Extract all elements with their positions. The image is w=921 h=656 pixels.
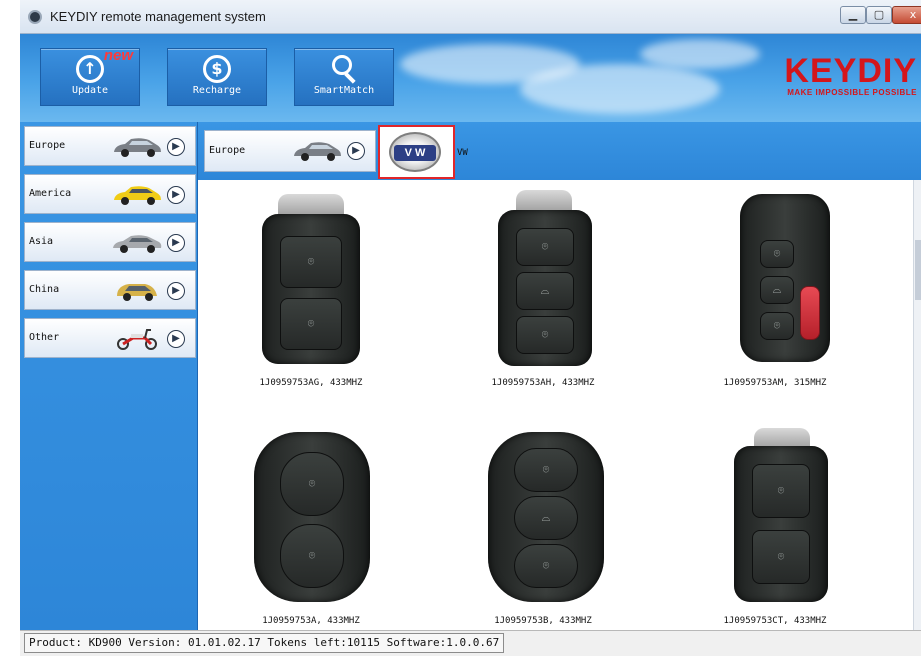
brand-tile-vw[interactable]: V W [378,125,455,179]
unlock-icon: ⌾ [514,544,578,588]
remote-model-label: 1J0959753B, 433MHZ [494,616,592,626]
recharge-label: Recharge [192,85,242,96]
status-text: Product: KD900 Version: 01.01.02.17 Toke… [24,633,505,653]
remote-image: ⌾ ⌾ [262,214,360,364]
remote-card[interactable]: ⌾ ⌾ 1J0959753A, 433MHZ [198,420,424,630]
remote-image: ⌾ ⌾ [254,432,370,602]
sidebar-item-other[interactable]: Other ▶ [24,318,196,358]
remote-image: ⌾ ⌓ ⌾ [488,432,604,602]
remote-card[interactable]: ⌾ ⌾ 1J0959753AG, 433MHZ [198,180,424,390]
trunk-icon: ⌓ [514,496,578,540]
lock-icon: ⌾ [280,452,344,516]
breadcrumb-region-europe[interactable]: Europe ▶ [204,130,376,172]
expand-arrow-icon[interactable]: ▶ [167,234,185,252]
car-icon [114,138,161,157]
keydiy-logo-text: KEYDIY [784,52,917,90]
lock-icon: ⌾ [514,448,578,492]
car-icon [114,186,161,205]
trunk-icon: ⌓ [760,276,794,304]
window-title: KEYDIY remote management system [50,9,266,24]
maximize-button[interactable]: ▢ [866,6,892,24]
update-button[interactable]: new ↑ Update [40,47,140,106]
scrollbar-thumb[interactable] [915,240,921,300]
brand-slogan: MAKE IMPOSSIBLE POSSIBLE [787,88,917,97]
car-icon [294,142,341,161]
status-bar: Product: KD900 Version: 01.01.02.17 Toke… [20,630,921,656]
expand-arrow-icon[interactable]: ▶ [167,330,185,348]
app-icon [28,10,42,24]
unlock-icon: ⌾ [760,240,794,268]
unlock-icon: ⌾ [516,228,574,266]
unlock-icon: ⌾ [280,524,344,588]
remote-grid: ⌾ ⌾ 1J0959753AG, 433MHZ ⌾ ⌓ ⌾ 1J0959753A… [198,180,921,630]
sidebar-item-label: Asia [29,236,54,247]
breadcrumb-region-label: Europe [209,145,246,156]
car-icon [117,284,157,301]
unlock-icon: ⌾ [752,464,810,518]
brand-label: VW [457,148,468,158]
sidebar-item-label: America [29,188,72,199]
minimize-button[interactable]: ▁ [840,6,866,24]
smartmatch-button[interactable]: SmartMatch [294,48,394,106]
header-banner: new ↑ Update $ Recharge SmartMatch KEYDI… [20,34,921,122]
remote-model-label: 1J0959753AG, 433MHZ [259,378,363,388]
remote-card[interactable]: ⌾ ⌓ ⌾ 1J0959753AM, 315MHZ [662,180,888,390]
remote-card[interactable]: ⌾ ⌓ ⌾ 1J0959753AH, 433MHZ [430,180,656,390]
unlock-icon: ⌾ [280,236,342,288]
vertical-scrollbar[interactable] [913,180,921,630]
remote-model-label: 1J0959753A, 433MHZ [262,616,360,626]
remote-model-label: 1J0959753AH, 433MHZ [491,378,595,388]
sidebar-item-europe[interactable]: Europe ▶ [24,126,196,166]
remote-image: ⌾ ⌾ [734,446,828,602]
expand-arrow-icon[interactable]: ▶ [167,186,185,204]
sidebar-item-america[interactable]: America ▶ [24,174,196,214]
remote-image: ⌾ ⌓ ⌾ [740,194,830,362]
search-icon [330,55,358,84]
sidebar-item-label: Europe [29,140,66,151]
close-button[interactable]: x [892,6,921,24]
remote-model-label: 1J0959753CT, 433MHZ [723,616,827,626]
lock-icon: ⌾ [516,316,574,354]
brand-logo: KEYDIY MAKE IMPOSSIBLE POSSIBLE [767,54,917,97]
recharge-button[interactable]: $ Recharge [167,48,267,106]
remote-model-label: 1J0959753AM, 315MHZ [723,378,827,388]
smartmatch-label: SmartMatch [313,85,375,96]
car-icon [113,235,162,253]
remote-image: ⌾ ⌓ ⌾ [498,210,592,366]
lock-icon: ⌾ [760,312,794,340]
sidebar-item-label: China [29,284,60,295]
expand-arrow-icon[interactable]: ▶ [347,142,365,160]
new-badge: new [103,47,133,64]
update-label: Update [71,85,109,96]
sidebar-item-label: Other [29,332,60,343]
remote-card[interactable]: ⌾ ⌾ 1J0959753CT, 433MHZ [662,420,888,630]
vw-logo-text: V W [394,145,436,161]
upload-arrow-icon: ↑ [76,55,104,83]
scooter-icon [117,329,157,350]
panic-button-icon [800,286,820,340]
remote-card[interactable]: ⌾ ⌓ ⌾ 1J0959753B, 433MHZ [430,420,656,630]
expand-arrow-icon[interactable]: ▶ [167,282,185,300]
lock-icon: ⌾ [752,530,810,584]
trunk-icon: ⌓ [516,272,574,310]
region-sidebar: Europe ▶ America ▶ Asia ▶ China ▶ Other … [20,122,198,630]
lock-icon: ⌾ [280,298,342,350]
sidebar-item-asia[interactable]: Asia ▶ [24,222,196,262]
expand-arrow-icon[interactable]: ▶ [167,138,185,156]
window-title-bar: KEYDIY remote management system ▁ ▢ x [20,0,921,34]
breadcrumb: Europe ▶ V W VW [198,122,921,180]
dollar-icon: $ [203,55,231,83]
vw-logo-icon: V W [389,132,441,172]
sidebar-item-china[interactable]: China ▶ [24,270,196,310]
